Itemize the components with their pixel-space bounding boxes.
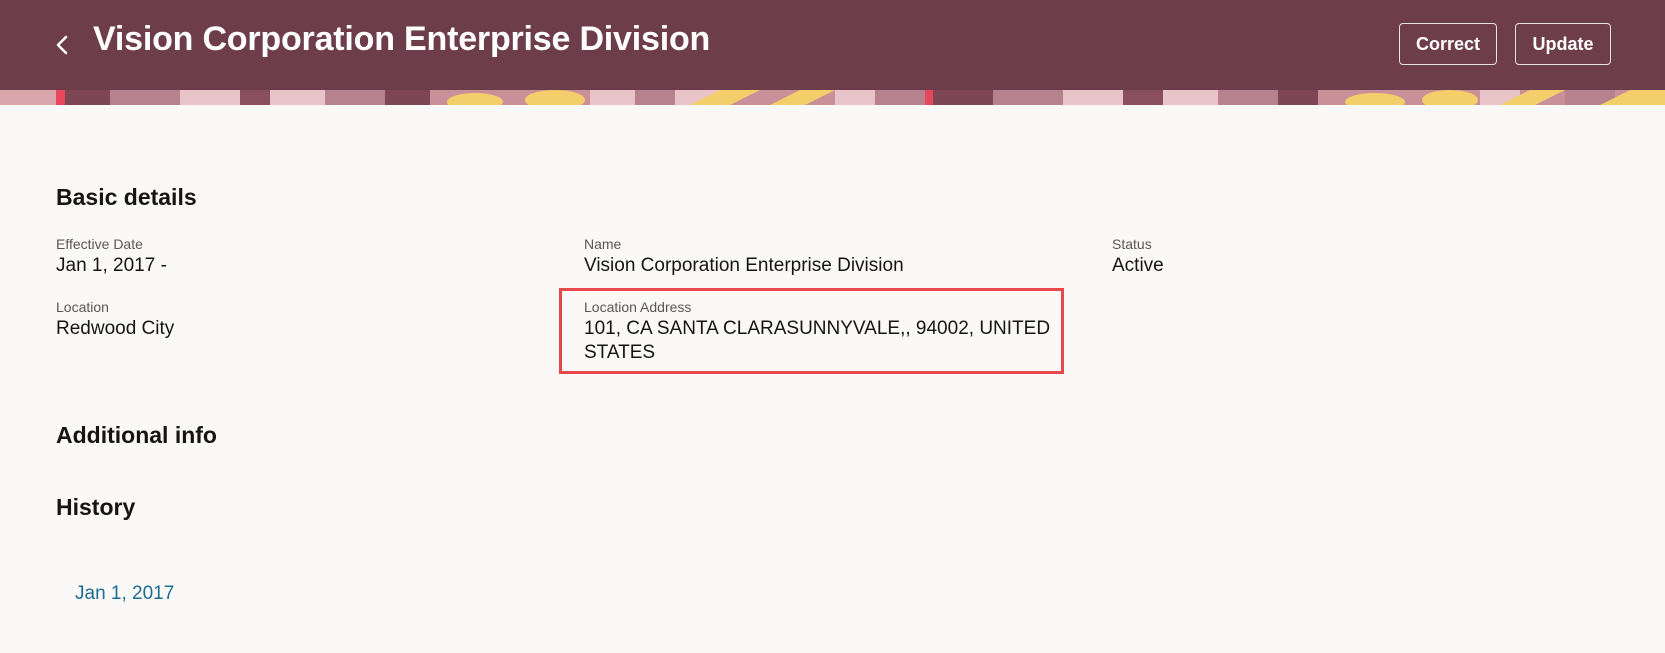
basic-details-heading: Basic details bbox=[56, 184, 197, 210]
location-label: Location bbox=[56, 299, 109, 315]
decorative-banner bbox=[0, 90, 1665, 105]
back-button[interactable] bbox=[50, 30, 76, 60]
history-entry-link[interactable]: Jan 1, 2017 bbox=[75, 583, 174, 605]
name-label: Name bbox=[584, 236, 622, 252]
status-label: Status bbox=[1112, 236, 1152, 252]
effective-date-value: Jan 1, 2017 - bbox=[56, 255, 167, 276]
name-value: Vision Corporation Enterprise Division bbox=[584, 255, 904, 276]
location-address-label: Location Address bbox=[584, 299, 692, 315]
chevron-left-icon bbox=[56, 35, 68, 55]
location-value: Redwood City bbox=[56, 318, 175, 339]
effective-date-label: Effective Date bbox=[56, 236, 143, 252]
status-value: Active bbox=[1112, 255, 1164, 276]
history-heading: History bbox=[56, 494, 136, 520]
page-header: Vision Corporation Enterprise Division C… bbox=[0, 0, 1665, 90]
correct-button[interactable]: Correct bbox=[1399, 23, 1497, 65]
update-button[interactable]: Update bbox=[1515, 23, 1611, 65]
location-address-value: 101, CA SANTA CLARASUNNYVALE,, 94002, UN… bbox=[584, 318, 1051, 363]
page-title: Vision Corporation Enterprise Division bbox=[93, 20, 711, 58]
additional-info-heading: Additional info bbox=[56, 422, 217, 448]
